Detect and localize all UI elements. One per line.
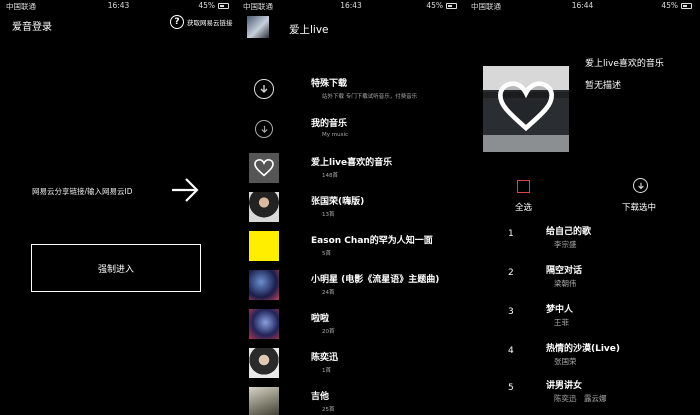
list-item-playlist[interactable]: 吉他 25首	[237, 384, 465, 415]
status-bar: 中国联通 16:43 45%	[237, 0, 465, 12]
song-row[interactable]: 5 讲男讲女 陈奕迅 露云娜	[465, 376, 700, 414]
arrow-right-icon[interactable]	[170, 176, 200, 204]
item-subtitle: 5首	[322, 251, 331, 257]
song-title: 隔空对话	[546, 266, 583, 276]
playlist-cover	[249, 270, 279, 300]
song-artist: 梁朝伟	[554, 279, 577, 288]
list-item-playlist[interactable]: 陈奕迅 1首	[237, 345, 465, 383]
item-subtitle: My music	[322, 132, 349, 138]
item-title: 陈奕迅	[311, 353, 339, 363]
battery: 45%	[426, 1, 457, 10]
carrier: 中国联通	[471, 2, 501, 11]
download-icon	[249, 114, 279, 144]
battery-percent: 45%	[426, 1, 443, 10]
page-title: 爱音登录	[12, 22, 52, 33]
select-all-label[interactable]: 全选	[515, 201, 532, 213]
clock: 16:44	[571, 1, 594, 10]
item-subtitle: 13首	[322, 212, 335, 218]
item-title: 啦啦	[311, 314, 330, 324]
song-row[interactable]: 3 梦中人 王菲	[465, 300, 700, 338]
song-title: 热情的沙漠(Live)	[546, 344, 621, 354]
user-name: 爱上live	[289, 24, 329, 36]
song-number: 4	[508, 346, 514, 356]
battery-icon	[218, 2, 229, 9]
list-item-playlist[interactable]: 小明星 (电影《流星语》主题曲) 24首	[237, 267, 465, 305]
playlist-title: 爱上live喜欢的音乐	[585, 59, 664, 69]
battery: 45%	[661, 1, 692, 10]
song-row[interactable]: 4 热情的沙漠(Live) 张国荣	[465, 339, 700, 377]
playlist-cover	[249, 309, 279, 339]
status-bar: 中国联通 16:43 45%	[0, 0, 237, 12]
item-title: 小明星 (电影《流星语》主题曲)	[311, 275, 440, 285]
song-artist: 王菲	[554, 318, 569, 327]
playlist-screen: 中国联通 16:44 45% 爱上live喜欢的音乐 暂无描述 全选 下载选中 …	[465, 0, 700, 415]
select-all-checkbox[interactable]	[517, 180, 530, 193]
list-item-playlist[interactable]: 啦啦 20首	[237, 306, 465, 344]
input-hint[interactable]: 网易云分享链接/输入网易云ID	[32, 186, 133, 197]
item-title: 吉他	[311, 392, 330, 402]
song-artist: 陈奕迅 露云娜	[554, 394, 607, 403]
list-item-special-download[interactable]: 特殊下载 站外下载 专门下载试听音乐，付费音乐	[237, 71, 465, 109]
force-enter-button[interactable]: 强制进入	[31, 244, 201, 292]
carrier: 中国联通	[6, 2, 36, 11]
song-number: 1	[508, 229, 514, 239]
playlist-cover	[249, 387, 279, 415]
item-subtitle: 24首	[322, 290, 335, 296]
item-title: 爱上live喜欢的音乐	[311, 158, 393, 168]
playlist-cover	[249, 231, 279, 261]
download-selected-button[interactable]: 下载选中	[622, 201, 656, 213]
song-title: 讲男讲女	[546, 381, 583, 391]
heart-cover	[249, 153, 279, 183]
item-subtitle: 20首	[322, 329, 335, 335]
login-screen: 中国联通 16:43 45% 爱音登录 ? 获取网易云链接 网易云分享链接/输入…	[0, 0, 237, 415]
playlist-cover	[249, 192, 279, 222]
playlist-description: 暂无描述	[585, 81, 622, 91]
download-icon[interactable]	[633, 178, 648, 193]
question-icon[interactable]: ?	[170, 15, 184, 29]
library-screen: 中国联通 16:43 45% 爱上live 特殊下载 站外下载 专门下载试听音乐…	[237, 0, 465, 415]
carrier: 中国联通	[243, 2, 273, 11]
status-bar: 中国联通 16:44 45%	[465, 0, 700, 12]
battery: 45%	[198, 1, 229, 10]
avatar[interactable]	[247, 16, 269, 38]
heart-icon	[254, 159, 274, 177]
list-item-my-music[interactable]: 我的音乐 My music	[237, 111, 465, 149]
item-title: Eason Chan的罕为人知一面	[311, 236, 433, 246]
item-subtitle: 站外下载 专门下载试听音乐，付费音乐	[322, 94, 418, 100]
battery-percent: 45%	[198, 1, 215, 10]
item-title: 特殊下载	[311, 79, 348, 89]
song-title: 梦中人	[546, 305, 574, 315]
list-item-playlist[interactable]: 张国荣(嗨版) 13首	[237, 189, 465, 227]
item-title: 我的音乐	[311, 119, 348, 129]
download-icon	[249, 74, 279, 104]
song-number: 5	[508, 383, 514, 393]
song-artist: 张国荣	[554, 357, 577, 366]
song-title: 给自己的歌	[546, 227, 592, 237]
item-subtitle: 1首	[322, 368, 331, 374]
item-subtitle: 25首	[322, 407, 335, 413]
help-label[interactable]: 获取网易云链接	[187, 17, 233, 27]
song-number: 2	[508, 268, 514, 278]
playlist-cover	[483, 66, 569, 152]
list-item-liked[interactable]: 爱上live喜欢的音乐 148首	[237, 150, 465, 188]
list-item-playlist[interactable]: Eason Chan的罕为人知一面 5首	[237, 228, 465, 266]
playlist-cover	[249, 348, 279, 378]
help-link[interactable]: ? 获取网易云链接	[170, 15, 233, 29]
heart-icon	[498, 81, 554, 132]
clock: 16:43	[340, 1, 362, 10]
song-row[interactable]: 1 给自己的歌 李宗盛	[465, 222, 700, 260]
battery-percent: 45%	[661, 1, 678, 10]
song-row[interactable]: 2 隔空对话 梁朝伟	[465, 261, 700, 299]
clock: 16:43	[107, 1, 130, 10]
battery-icon	[446, 2, 457, 9]
song-artist: 李宗盛	[554, 240, 577, 249]
user-header[interactable]: 爱上live	[237, 12, 465, 42]
battery-icon	[681, 2, 692, 9]
item-subtitle: 148首	[322, 173, 338, 179]
song-number: 3	[508, 307, 514, 317]
item-title: 张国荣(嗨版)	[311, 197, 365, 207]
